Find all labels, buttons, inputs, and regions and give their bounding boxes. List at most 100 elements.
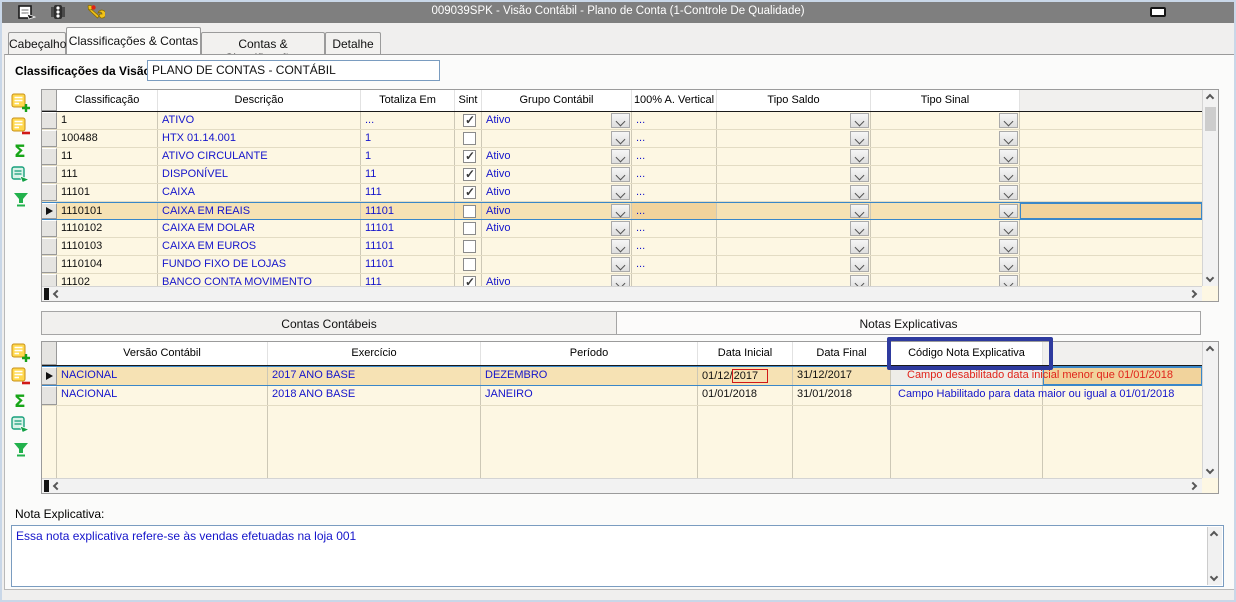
cell-totaliza[interactable]: 111 — [361, 274, 455, 286]
sint-checkbox[interactable] — [463, 114, 476, 127]
filter-button[interactable] — [10, 439, 32, 460]
cell-sint[interactable] — [455, 220, 482, 237]
cell-vertical[interactable]: ... — [632, 130, 717, 147]
cell-classificacao[interactable]: 1110104 — [57, 256, 158, 273]
cell-codigo-nota[interactable]: Campo Habilitado para data maior ou igua… — [891, 386, 1043, 405]
cell-vertical[interactable]: ... — [632, 238, 717, 255]
delete-row-button[interactable] — [10, 367, 32, 388]
sint-checkbox[interactable] — [463, 240, 476, 253]
dropdown-button[interactable] — [850, 185, 869, 200]
scroll-up-icon[interactable] — [1206, 94, 1214, 102]
scroll-left-icon[interactable] — [53, 290, 61, 298]
grid2-col-data-final[interactable]: Data Final — [793, 342, 891, 365]
cell-tipo-sinal[interactable] — [871, 166, 1020, 183]
cell-tipo-sinal[interactable] — [871, 130, 1020, 147]
sint-checkbox[interactable] — [463, 150, 476, 163]
cell-grupo[interactable] — [482, 238, 632, 255]
dropdown-button[interactable] — [850, 204, 869, 218]
grid2-col-exercicio[interactable]: Exercício — [268, 342, 481, 365]
grid1-vertical-scrollbar[interactable] — [1202, 90, 1218, 286]
vision-field-input[interactable]: PLANO DE CONTAS - CONTÁBIL — [147, 60, 440, 81]
cell-vertical[interactable]: ... — [632, 148, 717, 165]
sint-checkbox[interactable] — [463, 222, 476, 235]
dropdown-button[interactable] — [850, 149, 869, 164]
sum-button[interactable]: Σ — [10, 141, 32, 162]
grid2-col-codigo-nota[interactable]: Código Nota Explicativa — [891, 342, 1043, 365]
cell-sint[interactable] — [455, 130, 482, 147]
nota-explicativa-textarea[interactable]: Essa nota explicativa refere-se às venda… — [11, 525, 1224, 587]
tab-cabecalho[interactable]: Cabeçalho — [8, 32, 66, 54]
cell-sint[interactable] — [455, 256, 482, 273]
sint-checkbox[interactable] — [463, 276, 476, 286]
dropdown-button[interactable] — [611, 257, 630, 272]
cell-classificacao[interactable]: 11102 — [57, 274, 158, 286]
cell-tipo-saldo[interactable] — [717, 184, 871, 201]
cell-sint[interactable] — [455, 274, 482, 286]
cell-periodo[interactable]: JANEIRO — [481, 386, 698, 405]
cell-codigo-nota[interactable]: Campo desabilitado data inicial menor qu… — [891, 367, 1043, 385]
cell-grupo[interactable]: Ativo — [482, 112, 632, 129]
tab-contas-contabeis[interactable]: Contas Contábeis — [41, 311, 617, 335]
post-edit-button[interactable] — [10, 415, 32, 436]
grid1-horizontal-scrollbar[interactable] — [42, 286, 1202, 301]
grid2-col-periodo[interactable]: Período — [481, 342, 698, 365]
grid1-col-totaliza-em[interactable]: Totaliza Em — [361, 90, 455, 111]
add-row-button[interactable] — [10, 343, 32, 364]
grid1-col-descricao[interactable]: Descrição — [158, 90, 361, 111]
dropdown-button[interactable] — [999, 275, 1018, 286]
cell-totaliza[interactable]: 1 — [361, 130, 455, 147]
cell-classificacao[interactable]: 11 — [57, 148, 158, 165]
table-row[interactable]: 1 ATIVO ... Ativo ... — [42, 112, 1202, 130]
dropdown-button[interactable] — [999, 149, 1018, 164]
dropdown-button[interactable] — [999, 204, 1018, 218]
scroll-up-icon[interactable] — [1210, 531, 1218, 539]
cell-totaliza[interactable]: 11101 — [361, 238, 455, 255]
cell-sint[interactable] — [455, 112, 482, 129]
table-row[interactable]: 11102 BANCO CONTA MOVIMENTO 111 Ativo — [42, 274, 1202, 286]
table-row[interactable]: 111 DISPONÍVEL 11 Ativo ... — [42, 166, 1202, 184]
cell-tipo-sinal[interactable] — [871, 184, 1020, 201]
grid2-horizontal-scrollbar[interactable] — [42, 478, 1202, 493]
cell-sint[interactable] — [455, 238, 482, 255]
grid2-col-versao[interactable]: Versão Contábil — [57, 342, 268, 365]
cell-descricao[interactable]: CAIXA EM REAIS — [158, 203, 361, 219]
cell-sint[interactable] — [455, 166, 482, 183]
cell-exercicio[interactable]: 2018 ANO BASE — [268, 386, 481, 405]
dropdown-button[interactable] — [999, 113, 1018, 128]
cell-classificacao[interactable]: 1 — [57, 112, 158, 129]
cell-totaliza[interactable]: 11101 — [361, 203, 455, 219]
scroll-down-icon[interactable] — [1206, 466, 1214, 474]
sum-button[interactable]: Σ — [10, 391, 32, 412]
cell-totaliza[interactable]: 11101 — [361, 256, 455, 273]
cell-versao[interactable]: NACIONAL — [57, 367, 268, 385]
cell-vertical[interactable]: ... — [632, 184, 717, 201]
scroll-thumb[interactable] — [1205, 107, 1216, 131]
dropdown-button[interactable] — [611, 204, 630, 218]
cell-classificacao[interactable]: 111 — [57, 166, 158, 183]
dropdown-button[interactable] — [999, 221, 1018, 236]
scroll-up-icon[interactable] — [1206, 346, 1214, 354]
delete-row-button[interactable] — [10, 117, 32, 138]
splitter-grip[interactable] — [44, 480, 49, 492]
dropdown-button[interactable] — [850, 239, 869, 254]
dropdown-button[interactable] — [611, 221, 630, 236]
cell-classificacao[interactable]: 1110102 — [57, 220, 158, 237]
cell-data-inicial[interactable]: 01/12/2017 — [698, 367, 793, 385]
dropdown-button[interactable] — [611, 239, 630, 254]
cell-grupo[interactable] — [482, 130, 632, 147]
cell-data-inicial[interactable]: 01/01/2018 — [698, 386, 793, 405]
tab-classificacoes-contas[interactable]: Classificações & Contas — [66, 27, 201, 54]
dropdown-button[interactable] — [611, 131, 630, 146]
cell-descricao[interactable]: CAIXA — [158, 184, 361, 201]
cell-tipo-saldo[interactable] — [717, 238, 871, 255]
cell-tipo-saldo[interactable] — [717, 166, 871, 183]
dropdown-button[interactable] — [850, 221, 869, 236]
cell-tipo-sinal[interactable] — [871, 220, 1020, 237]
cell-exercicio[interactable]: 2017 ANO BASE — [268, 367, 481, 385]
cell-grupo[interactable]: Ativo — [482, 274, 632, 286]
grid1-col-tipo-sinal[interactable]: Tipo Sinal — [871, 90, 1020, 111]
grid1-col-classificacao[interactable]: Classificação — [57, 90, 158, 111]
cell-tipo-sinal[interactable] — [871, 274, 1020, 286]
dropdown-button[interactable] — [999, 167, 1018, 182]
table-row[interactable]: 11 ATIVO CIRCULANTE 1 Ativo ... — [42, 148, 1202, 166]
